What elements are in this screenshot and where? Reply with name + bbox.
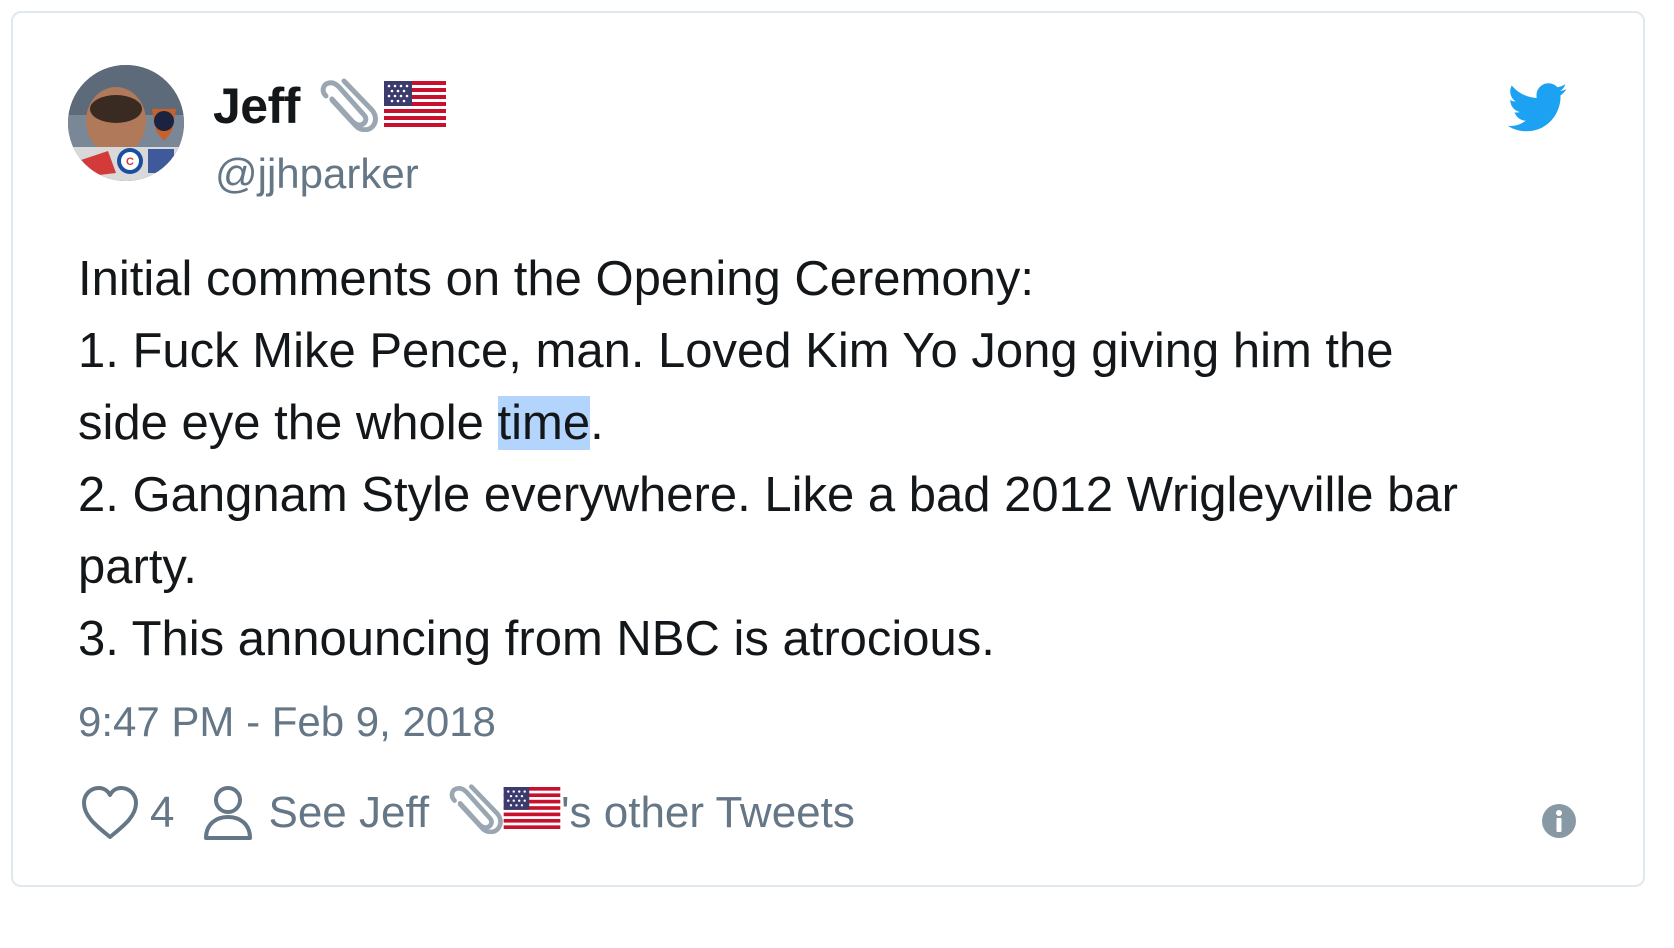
avatar[interactable]: C [68,65,184,181]
selected-text: time [497,396,591,450]
tweet-timestamp[interactable]: 9:47 PM - Feb 9, 2018 [78,698,496,746]
tweet-actions: 4 See Jeff 's other Tweets [80,783,855,843]
tweet-line: Initial comments on the Opening Ceremony… [78,252,1034,306]
us-flag-icon [383,80,446,132]
tweet-line: 1. Fuck Mike Pence, man. Loved Kim Yo Jo… [78,324,1394,378]
person-icon[interactable] [202,784,254,842]
author-name-row[interactable]: Jeff [213,78,446,134]
twitter-bird-icon[interactable] [1507,82,1568,134]
tweet-line-part: side eye the whole [78,396,498,450]
like-count[interactable]: 4 [150,788,174,838]
other-tweets-suffix[interactable]: 's other Tweets [561,788,855,838]
author-handle[interactable]: @jjhparker [215,150,419,198]
tweet-line: side eye the whole time. [78,387,1598,459]
paperclip-icon [318,76,378,137]
author-name[interactable]: Jeff [213,77,300,135]
paperclip-icon [447,782,503,845]
tweet-line: 3. This announcing from NBC is atrocious… [78,612,995,666]
heart-icon[interactable] [80,785,140,841]
us-flag-icon [503,786,561,840]
svg-text:C: C [126,156,134,168]
tweet-text: Initial comments on the Opening Ceremony… [78,243,1598,675]
info-icon[interactable] [1541,803,1577,839]
tweet-line-part: . [590,396,604,450]
other-tweets-prefix[interactable]: See Jeff [268,788,429,838]
tweet-line: 2. Gangnam Style everywhere. Like a bad … [78,468,1458,522]
tweet-line: party. [78,540,197,594]
